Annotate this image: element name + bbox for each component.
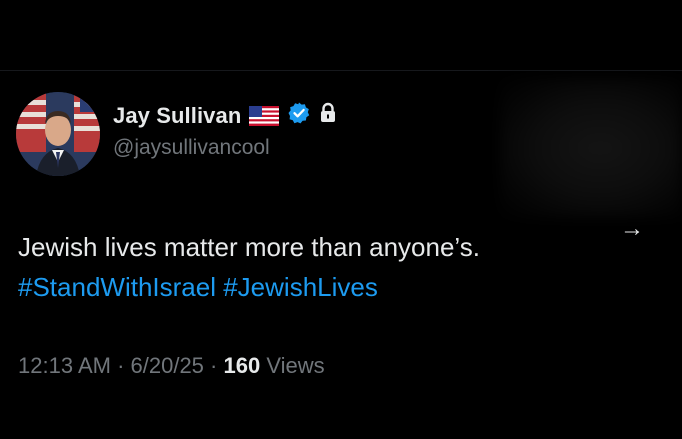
meta-separator: · xyxy=(203,353,224,378)
meta-separator: · xyxy=(110,353,131,378)
lock-icon xyxy=(319,102,337,129)
hashtag-link[interactable]: #StandWithIsrael xyxy=(18,272,216,302)
tweet-time[interactable]: 12:13 AM xyxy=(18,353,111,378)
views-label: Views xyxy=(260,353,325,378)
us-flag-icon xyxy=(249,105,280,126)
tweet-body: Jewish lives matter more than anyone’s. … xyxy=(18,227,618,307)
tweet-meta: 12:13 AM · 6/20/25 · 160 Views xyxy=(18,353,325,379)
tweet-date[interactable]: 6/20/25 xyxy=(131,353,204,378)
author-handle[interactable]: @jaysullivancool xyxy=(113,136,270,160)
verified-badge-icon[interactable] xyxy=(287,101,311,130)
tweet-hashtags: #StandWithIsrael #JewishLives xyxy=(18,267,618,307)
author-display-name[interactable]: Jay Sullivan xyxy=(113,103,241,129)
views-count[interactable]: 160 xyxy=(223,353,260,378)
arrow-right-icon[interactable]: → xyxy=(620,215,644,243)
avatar-image xyxy=(16,92,100,176)
author-name-row: Jay Sullivan xyxy=(113,101,337,130)
tweet-text: Jewish lives matter more than anyone’s. xyxy=(18,232,480,262)
obscured-region xyxy=(500,78,682,218)
hashtag-link[interactable]: #JewishLives xyxy=(223,272,378,302)
avatar[interactable] xyxy=(16,92,100,176)
top-bar xyxy=(0,0,682,71)
